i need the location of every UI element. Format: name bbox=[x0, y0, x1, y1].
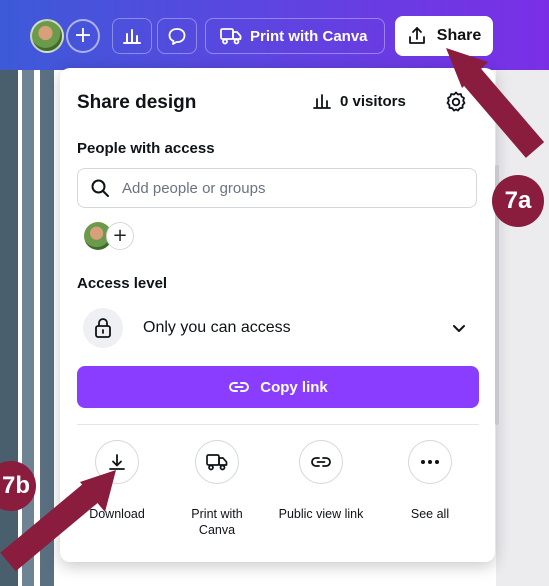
callout-badge-7a: 7a bbox=[492, 175, 544, 227]
callout-arrow-7a bbox=[446, 48, 545, 158]
annotation-arrows bbox=[0, 48, 545, 572]
